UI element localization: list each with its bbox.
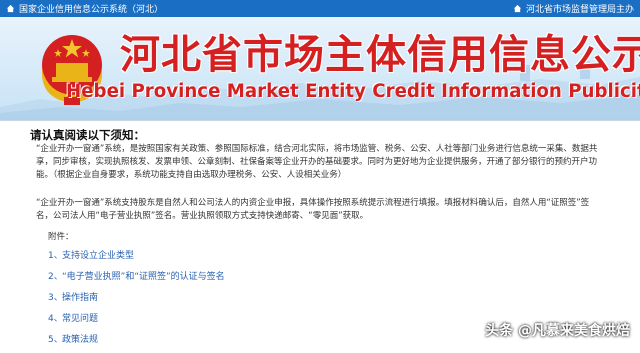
top-bar-right: 河北省市场监督管理局主办	[513, 2, 634, 15]
attachment-link-enterprise-types[interactable]: 1、支持设立企业类型	[48, 248, 225, 269]
top-bar-left: 国家企业信用信息公示系统（河北）	[6, 2, 163, 15]
attachment-link-e-license-signature[interactable]: 2、“电子营业执照”和“证照签”的认证与签名	[48, 269, 225, 290]
notice-paragraph-2: “企业开办一窗通”系统支持股东是自然人和公司法人的内资企业申报，具体操作按照系统…	[36, 198, 590, 221]
attachments-label: 附件：	[48, 232, 74, 242]
site-name: 国家企业信用信息公示系统（河北）	[19, 5, 164, 15]
attachment-link-policies[interactable]: 5、政策法规	[48, 332, 225, 353]
attachments-list: 1、支持设立企业类型 2、“电子营业执照”和“证照签”的认证与签名 3、操作指南…	[48, 248, 225, 353]
notice-panel: 请认真阅读以下须知： “企业开办一窗通”系统，是按照国家有关政策、参照国际标准，…	[0, 120, 640, 348]
notice-paragraph-1: “企业开办一窗通”系统，是按照国家有关政策、参照国际标准，结合河北实际，将市场监…	[36, 144, 598, 180]
attachment-link-operation-guide[interactable]: 3、操作指南	[48, 290, 225, 311]
site-title-cn: 河北省市场主体信用信息公示系统	[120, 31, 640, 78]
organizer-link[interactable]: 河北省市场监督管理局主办	[526, 2, 634, 15]
site-title-en: Hebei Province Market Entity Credit Info…	[66, 81, 640, 102]
watermark-text: 头条 @凡慕来美食烘焙	[485, 323, 630, 339]
home-icon	[513, 4, 522, 13]
header-banner: 河北省市场主体信用信息公示系统 Hebei Province Market En…	[0, 17, 640, 120]
home-icon	[6, 4, 15, 13]
attachment-link-faq[interactable]: 4、常见问题	[48, 311, 225, 332]
top-bar: 国家企业信用信息公示系统（河北） 河北省市场监督管理局主办	[0, 0, 640, 17]
notice-title: 请认真阅读以下须知：	[30, 128, 145, 142]
